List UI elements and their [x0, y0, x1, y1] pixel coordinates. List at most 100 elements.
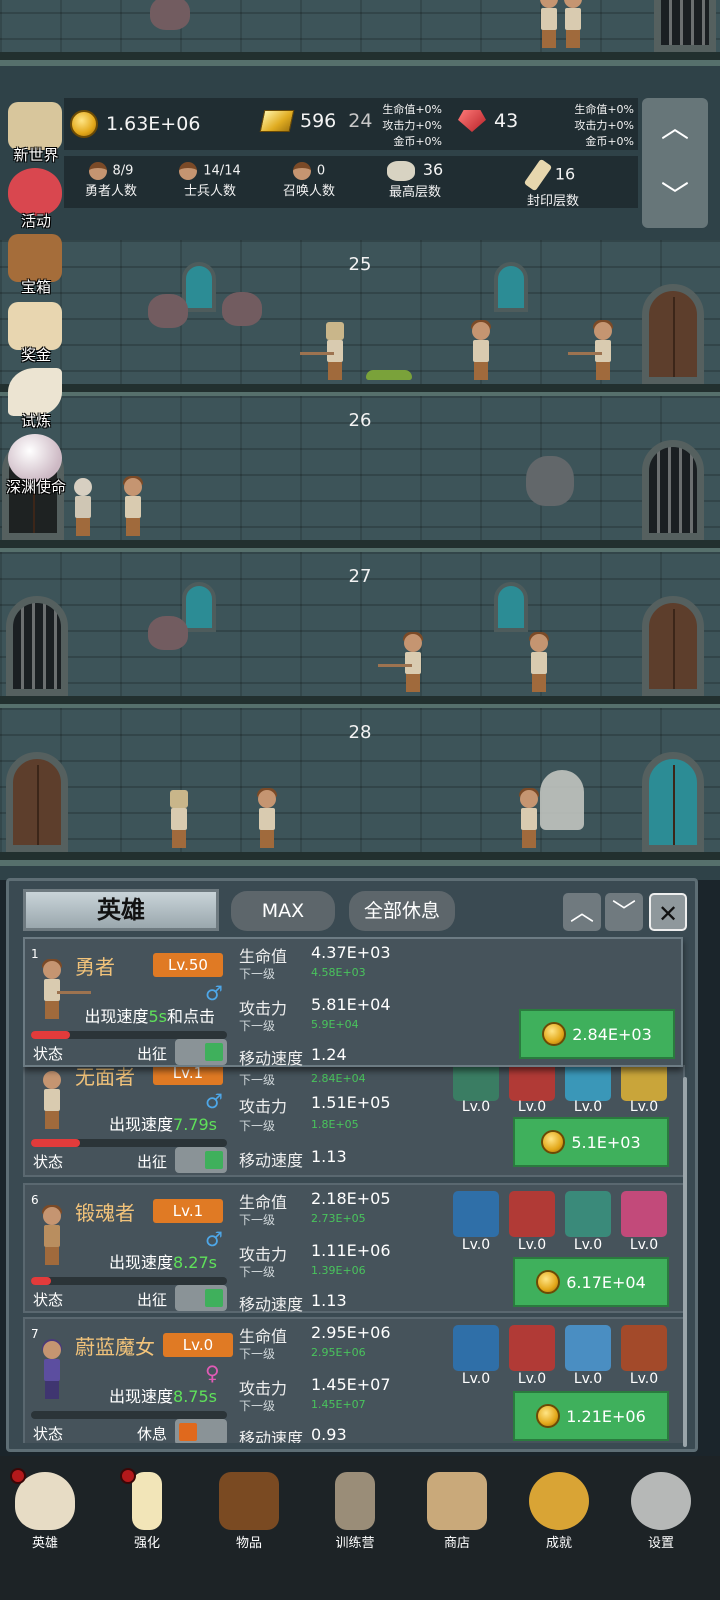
coin-icon	[536, 1404, 561, 1428]
hp-label: 生命值	[239, 1193, 288, 1212]
side-item-event[interactable]: 活动	[0, 166, 72, 234]
summon-head-icon	[292, 162, 311, 180]
upgrade-cost: 5.1E+03	[571, 1132, 641, 1152]
panel-title[interactable]: 英雄	[23, 889, 219, 931]
move-value: 1.13	[311, 1147, 347, 1166]
equip-level: Lv.0	[573, 1099, 603, 1115]
equip-level: Lv.0	[517, 1237, 547, 1253]
hp-fill	[31, 1277, 51, 1285]
upgrade-button[interactable]: 1.21E+06	[513, 1391, 669, 1441]
hero-card: 6 锻魂者 Lv.1 ♂ 出现速度8.27s 状态 出征 生命值 2.18E+0…	[23, 1183, 685, 1314]
speed-value: 8.75s	[173, 1387, 217, 1406]
hp-value: 2.18E+05	[311, 1189, 391, 1208]
male-icon: ♂	[205, 1089, 223, 1113]
equipment-slot-armor[interactable]	[565, 1325, 611, 1371]
panel-up-button[interactable]: ︿	[563, 893, 601, 931]
nav-label: 强化	[133, 1536, 160, 1551]
hero-sprite	[560, 0, 586, 48]
female-icon: ♀	[205, 1361, 220, 1385]
close-button[interactable]: ✕	[649, 893, 687, 931]
scroll-down-button[interactable]: ﹀	[659, 180, 691, 212]
lantern-icon	[335, 1472, 375, 1530]
side-item-trial[interactable]: 试炼	[0, 366, 72, 434]
upgrade-cost: 1.21E+06	[566, 1406, 646, 1426]
nav-item-achievement[interactable]: 成就	[514, 1466, 604, 1566]
hero-hp-bar	[31, 1139, 227, 1147]
deploy-toggle[interactable]	[175, 1285, 227, 1311]
equipment-slot-armor[interactable]	[565, 1191, 611, 1237]
atk-next-value: 1.8E+05	[311, 1118, 359, 1131]
dungeon-floor-25: 25	[0, 240, 720, 398]
equipment-slot-weapon[interactable]	[509, 1191, 555, 1237]
toggle-knob	[205, 1151, 223, 1169]
hp-next-value: 2.84E+04	[311, 1072, 366, 1085]
nav-item-settings[interactable]: 设置	[616, 1466, 706, 1566]
equipment-slot-boots[interactable]	[621, 1325, 667, 1371]
panel-down-button[interactable]: ﹀	[605, 893, 643, 931]
scroll-up-button[interactable]: ︿	[659, 112, 691, 144]
gold-level: 24	[348, 110, 373, 132]
map-icon	[8, 102, 62, 150]
nav-item-heroes[interactable]: 英雄	[0, 1466, 90, 1566]
deploy-toggle[interactable]	[175, 1419, 227, 1443]
speed-label: 出现速度	[109, 1115, 174, 1134]
equip-level: Lv.0	[517, 1371, 547, 1387]
squid-monster-icon	[526, 456, 574, 506]
equipment-slot-shield[interactable]	[453, 1325, 499, 1371]
floor-scroll-panel: ︿ ﹀	[642, 98, 708, 228]
atk-next-value: 1.39E+06	[311, 1264, 366, 1277]
ruby-icon	[458, 110, 486, 132]
rest-all-button[interactable]: 全部休息	[349, 891, 455, 931]
side-item-label: 试炼	[20, 412, 51, 430]
upgrade-button[interactable]: 6.17E+04	[513, 1257, 669, 1307]
max-button[interactable]: MAX	[231, 891, 335, 931]
hp-value: 2.95E+06	[311, 1323, 391, 1342]
side-item-new-world[interactable]: 新世界	[0, 100, 72, 168]
hero-sprite	[536, 0, 562, 48]
upgrade-button[interactable]: 2.84E+03	[519, 1009, 675, 1059]
side-item-abyss[interactable]: 深渊使命	[0, 432, 72, 500]
deploy-toggle[interactable]	[175, 1147, 227, 1173]
status-label: 状态	[33, 1045, 64, 1063]
hero-card: 1 勇者 Lv.50 ♂ 出现速度5s和点击 状态 出征 生命值 4.37E+0…	[23, 937, 683, 1068]
hp-next-label: 下一级	[239, 967, 276, 981]
coin-icon	[542, 1022, 567, 1046]
hero-spawn-speed: 出现速度5s和点击	[84, 1003, 215, 1027]
move-label: 移动速度	[239, 1151, 304, 1170]
nav-item-shop[interactable]: 商店	[412, 1466, 502, 1566]
equipment-slot-weapon[interactable]	[509, 1325, 555, 1371]
hero-portrait	[39, 1205, 69, 1269]
side-item-bonus[interactable]: 奖金	[0, 300, 72, 368]
hp-value: 4.37E+03	[311, 943, 391, 962]
door-icon	[642, 752, 704, 852]
upgrade-button[interactable]: 5.1E+03	[513, 1117, 669, 1167]
status-label: 状态	[33, 1153, 64, 1171]
bat-monster-icon	[148, 294, 188, 328]
speed-value: 8.27s	[173, 1253, 217, 1272]
sealed-floor-value: 16	[554, 164, 576, 184]
equipment-slot-shield[interactable]	[453, 1191, 499, 1237]
floor-number: 27	[348, 566, 372, 587]
list-scrollbar[interactable]	[683, 1077, 687, 1447]
bonus-atk: 攻击力+0%	[574, 119, 634, 132]
side-item-chest[interactable]: 宝箱	[0, 232, 72, 300]
chest-icon	[8, 234, 62, 282]
bat-monster-icon	[148, 616, 188, 650]
nav-item-training[interactable]: 训练营	[310, 1466, 400, 1566]
deploy-label: 出征	[137, 1153, 168, 1171]
hero-list[interactable]: 无面者 Lv.1 ♂ 出现速度7.79s 状态 出征 下一级 2.84E+04 …	[23, 937, 689, 1443]
hero-sprite	[120, 476, 146, 536]
knight-sprite	[166, 790, 192, 848]
hp-label: 生命值	[239, 947, 288, 966]
coin-value: 1.63E+06	[106, 113, 201, 135]
nav-item-upgrade[interactable]: 强化	[102, 1466, 192, 1566]
hero-level: Lv.0	[163, 1333, 233, 1357]
atk-value: 5.81E+04	[311, 995, 391, 1014]
deploy-toggle[interactable]	[175, 1039, 227, 1065]
nav-item-items[interactable]: 物品	[204, 1466, 294, 1566]
atk-next-value: 5.9E+04	[311, 1018, 359, 1031]
bat-monster-icon	[222, 292, 262, 326]
nav-label: 英雄	[31, 1536, 58, 1551]
upgrade-cost: 6.17E+04	[566, 1272, 646, 1292]
equipment-slot-boots[interactable]	[621, 1191, 667, 1237]
